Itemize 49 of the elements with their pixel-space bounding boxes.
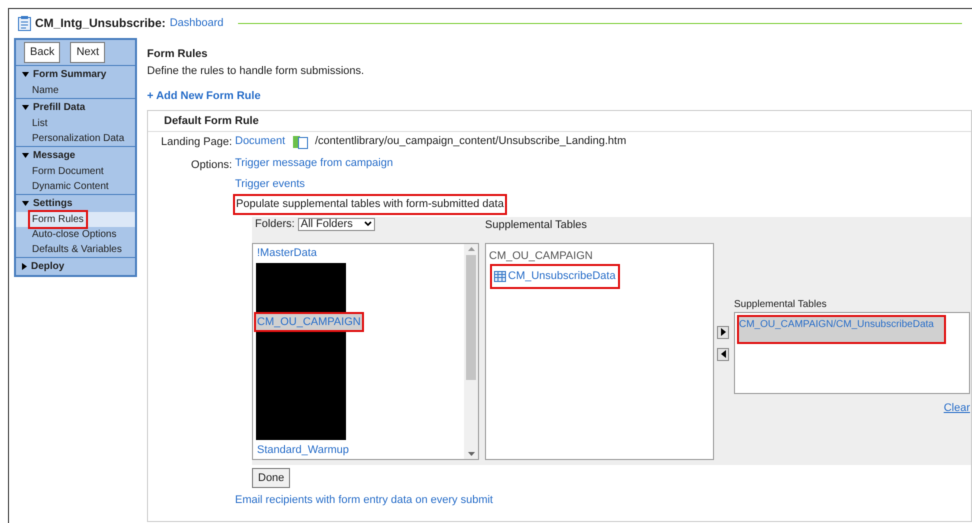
sidebar-section-header[interactable]: Settings xyxy=(33,196,72,210)
dashboard-link[interactable]: Dashboard xyxy=(170,14,224,32)
landing-page-label: Landing Page: xyxy=(160,135,232,150)
scroll-down-icon[interactable] xyxy=(468,452,474,456)
folder-dropdown[interactable]: All Folders xyxy=(298,218,375,230)
options-label: Options: xyxy=(190,158,232,172)
clear-link[interactable]: Clear xyxy=(944,400,970,416)
option-link[interactable]: Trigger events xyxy=(235,176,305,192)
folder-item[interactable]: Standard_Warmup xyxy=(256,442,350,458)
rule-title: Default Form Rule xyxy=(148,110,971,132)
back-triangle-icon xyxy=(720,350,726,358)
play-icon xyxy=(720,328,726,336)
clipboard-icon xyxy=(18,16,31,30)
table-grid-icon xyxy=(494,270,506,282)
sidebar-section-header[interactable]: Form Summary xyxy=(33,66,106,82)
folder-list[interactable]: !MasterData CM_OU_CAMPAIGN Standard_Warmup xyxy=(252,242,479,460)
email-recipients-link[interactable]: Email recipients with form entry data on every submit xyxy=(235,492,971,508)
folders-label: Folders: xyxy=(255,216,295,232)
table-group-label: CM_OU_CAMPAIGN xyxy=(489,248,593,264)
sidebar-item[interactable]: Name xyxy=(30,82,61,98)
sidebar-item[interactable]: Personalization Data xyxy=(30,130,126,146)
selected-tables-heading: Supplemental Tables xyxy=(734,298,828,312)
section-description: Define the rules to handle form submissions. xyxy=(147,64,366,78)
scrollbar[interactable] xyxy=(464,244,478,458)
add-arrow-button[interactable] xyxy=(717,326,729,338)
remove-arrow-button[interactable] xyxy=(717,348,729,360)
next-button[interactable]: Next xyxy=(70,42,106,62)
sidebar-item[interactable]: Auto-close Options xyxy=(30,226,118,242)
table-item[interactable]: CM_UnsubscribeData xyxy=(508,268,616,284)
sidebar-section-header[interactable]: Deploy xyxy=(31,258,64,274)
option-link[interactable]: Trigger message from campaign xyxy=(235,155,393,172)
sidebar-section-header[interactable]: Message xyxy=(33,148,76,162)
document-link[interactable]: Document xyxy=(235,133,287,150)
document-icon xyxy=(293,134,309,148)
page-title: CM_Intg_Unsubscribe: xyxy=(35,15,166,32)
done-button[interactable]: Done xyxy=(252,468,290,488)
tables-heading: Supplemental Tables xyxy=(485,218,588,232)
option-text: Populate supplemental tables with form-submitted data xyxy=(235,196,505,212)
back-button[interactable]: Back xyxy=(24,42,60,62)
sidebar-item[interactable]: Defaults & Variables xyxy=(30,242,124,256)
sidebar-section-header[interactable]: Prefill Data xyxy=(33,100,86,114)
section-title: Form Rules xyxy=(147,47,209,62)
chevron-down-icon xyxy=(364,221,372,227)
add-form-rule-link[interactable]: + Add New Form Rule xyxy=(147,88,972,104)
sidebar-item[interactable]: Form Document xyxy=(30,164,106,178)
sidebar-item[interactable]: Dynamic Content xyxy=(30,178,111,194)
landing-page-path: /contentlibrary/ou_campaign_content/Unsubscribe_Landing.htm xyxy=(315,134,626,150)
folder-item[interactable]: !MasterData xyxy=(256,244,318,261)
sidebar-item[interactable]: List xyxy=(30,116,50,130)
